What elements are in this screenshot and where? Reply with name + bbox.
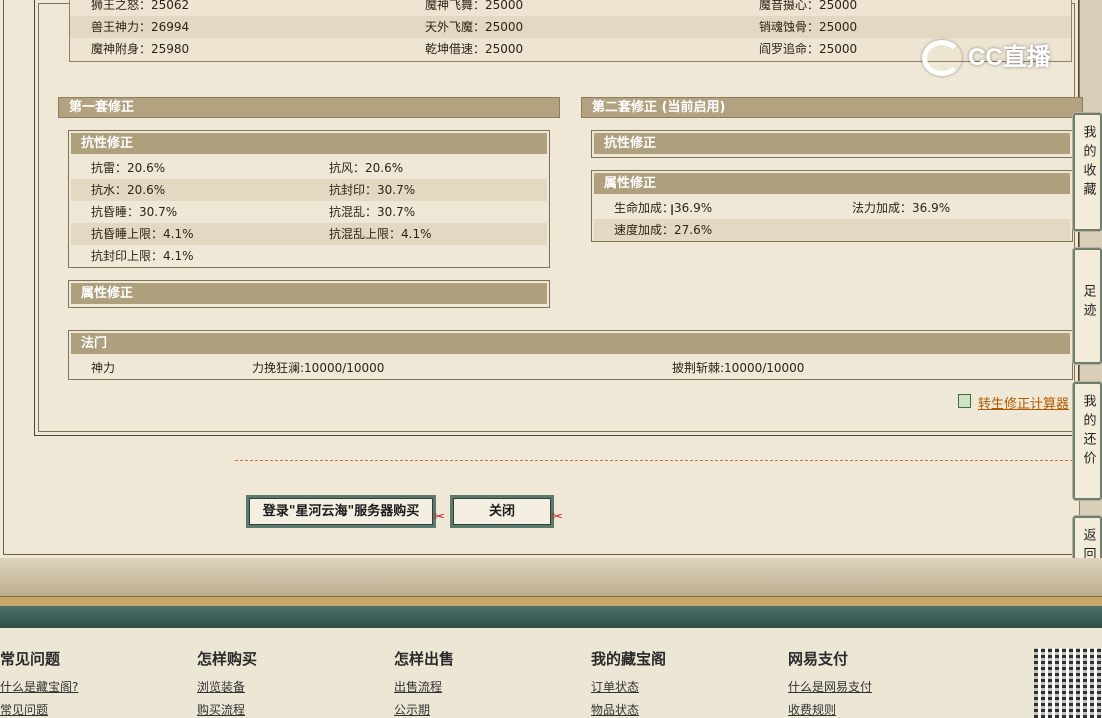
footer-link[interactable]: 出售流程	[394, 678, 442, 695]
scenic-band	[0, 558, 1102, 598]
footer-link[interactable]: 收费规则	[788, 701, 836, 718]
table-cell: 乾坤借速：25000	[425, 42, 524, 56]
list-item: 抗雷：20.6% 抗风：20.6%	[71, 157, 547, 179]
divider	[235, 460, 1073, 461]
table-row: 魔神附身：25980 乾坤借速：25000 阎罗追命：25000	[70, 38, 1071, 60]
set1-header: 第一套修正	[58, 97, 560, 118]
footer-link[interactable]: 公示期	[394, 701, 430, 718]
side-tab-history[interactable]: 足迹	[1073, 248, 1102, 364]
ribbon-knot-icon: ✂	[551, 509, 563, 525]
table-cell: 魔音摄心：25000	[759, 0, 858, 12]
table-row: 狮王之怒：25062 魔神飞舞：25000 魔音摄心：25000	[70, 0, 1071, 16]
table-cell: 魔神飞舞：25000	[425, 0, 524, 12]
box-title: 抗性修正	[71, 133, 547, 154]
stat-value: 抗昏睡：30.7%	[91, 205, 178, 219]
list-item: 生命加成：36.9% 法力加成：36.9%	[594, 197, 1070, 219]
fame-value: 力挽狂澜:10000/10000	[252, 361, 385, 375]
calculator-icon	[958, 394, 971, 408]
frame-line-left	[3, 0, 4, 555]
stat-value: 抗混乱：30.7%	[329, 205, 416, 219]
stat-value: 抗风：20.6%	[329, 161, 404, 175]
side-tab-favorites[interactable]: 我的收藏	[1073, 113, 1102, 231]
table-cell: 狮王之怒：25062	[91, 0, 190, 12]
side-tab-label: 我的还价	[1080, 394, 1096, 470]
button-label: 登录"星河云海"服务器购买	[262, 504, 420, 519]
set1-resist-box: 抗性修正 抗雷：20.6% 抗风：20.6% 抗水：20.6% 抗封印：30.7…	[68, 130, 550, 268]
buy-on-server-button[interactable]: 登录"星河云海"服务器购买 ✂	[246, 495, 445, 528]
footer-title: 怎样购买	[197, 650, 258, 668]
list-item: 抗水：20.6% 抗封印：30.7%	[71, 179, 547, 201]
stat-value: 生命加成：36.9%	[614, 201, 713, 215]
set1-attr-box: 属性修正	[68, 280, 550, 308]
footer-link[interactable]: 什么是藏宝阁?	[0, 678, 78, 695]
box-title: 抗性修正	[594, 133, 1070, 154]
side-tab-bargain[interactable]: 我的还价	[1073, 382, 1102, 500]
stat-value: 抗封印：30.7%	[329, 183, 416, 197]
box-title: 法门	[71, 333, 1070, 354]
frame-line-bottom	[3, 554, 1080, 555]
footer-title: 怎样出售	[394, 650, 455, 668]
decorative-band	[0, 606, 1102, 628]
footer-link[interactable]: 物品状态	[591, 701, 639, 718]
footer-link[interactable]: 订单状态	[591, 678, 639, 695]
list-item: 抗昏睡上限：4.1% 抗混乱上限：4.1%	[71, 223, 547, 245]
list-item: 神力 力挽狂澜:10000/10000 披荆斩棘:10000/10000	[71, 357, 1070, 379]
set2-attr-box: 属性修正 生命加成：36.9% 法力加成：36.9% 速度加成：27.6%	[591, 170, 1073, 242]
fame-value: 披荆斩棘:10000/10000	[672, 361, 805, 375]
side-tab-label: 足迹	[1080, 284, 1096, 322]
stat-value: 抗昏睡上限：4.1%	[91, 227, 194, 241]
box-title: 属性修正	[594, 173, 1070, 194]
footer-title: 网易支付	[788, 650, 849, 668]
fame-box: 法门 神力 力挽狂澜:10000/10000 披荆斩棘:10000/10000	[68, 330, 1073, 380]
footer-link[interactable]: 浏览装备	[197, 678, 245, 695]
text-cursor-icon: I	[670, 203, 675, 219]
table-cell: 兽王神力：26994	[91, 20, 190, 34]
set2-header: 第二套修正 (当前启用)	[581, 97, 1083, 118]
table-cell: 天外飞魔：25000	[425, 20, 524, 34]
side-tab-label: 我的收藏	[1080, 125, 1096, 201]
decorative-band	[0, 596, 1102, 606]
close-button[interactable]: 关闭 ✂	[450, 495, 563, 528]
footer: 常见问题 什么是藏宝阁? 常见问题 怎样购买 浏览装备 购买流程 怎样出售 出售…	[0, 628, 1102, 718]
footer-link[interactable]: 什么是网易支付	[788, 678, 872, 695]
stat-value: 速度加成：27.6%	[614, 223, 713, 237]
footer-link[interactable]: 常见问题	[0, 701, 48, 718]
watermark-text: CC直播	[968, 44, 1051, 71]
button-label: 关闭	[488, 504, 515, 519]
box-title: 属性修正	[71, 283, 547, 304]
stat-value: 法力加成：36.9%	[852, 201, 951, 215]
stat-value: 抗封印上限：4.1%	[91, 249, 194, 263]
table-cell: 销魂蚀骨：25000	[759, 20, 858, 34]
table-cell: 阎罗追命：25000	[759, 42, 858, 56]
table-row: 兽王神力：26994 天外飞魔：25000 销魂蚀骨：25000	[70, 16, 1071, 38]
ribbon-knot-icon: ✂	[433, 509, 445, 525]
stat-value: 抗水：20.6%	[91, 183, 166, 197]
set2-resist-box: 抗性修正	[591, 130, 1073, 158]
list-item: 抗昏睡：30.7% 抗混乱：30.7%	[71, 201, 547, 223]
footer-title: 我的藏宝阁	[591, 650, 667, 668]
reincarnation-calculator-link[interactable]: 转生修正计算器	[978, 393, 1069, 412]
list-item: 速度加成：27.6%	[594, 219, 1070, 241]
footer-title: 常见问题	[0, 650, 61, 668]
footer-link[interactable]: 购买流程	[197, 701, 245, 718]
list-item: 抗封印上限：4.1%	[71, 245, 547, 267]
fame-category: 神力	[91, 361, 116, 375]
stat-value: 抗雷：20.6%	[91, 161, 166, 175]
stat-value: 抗混乱上限：4.1%	[329, 227, 432, 241]
table-cell: 魔神附身：25980	[91, 42, 190, 56]
qr-code-pattern	[1034, 648, 1102, 718]
